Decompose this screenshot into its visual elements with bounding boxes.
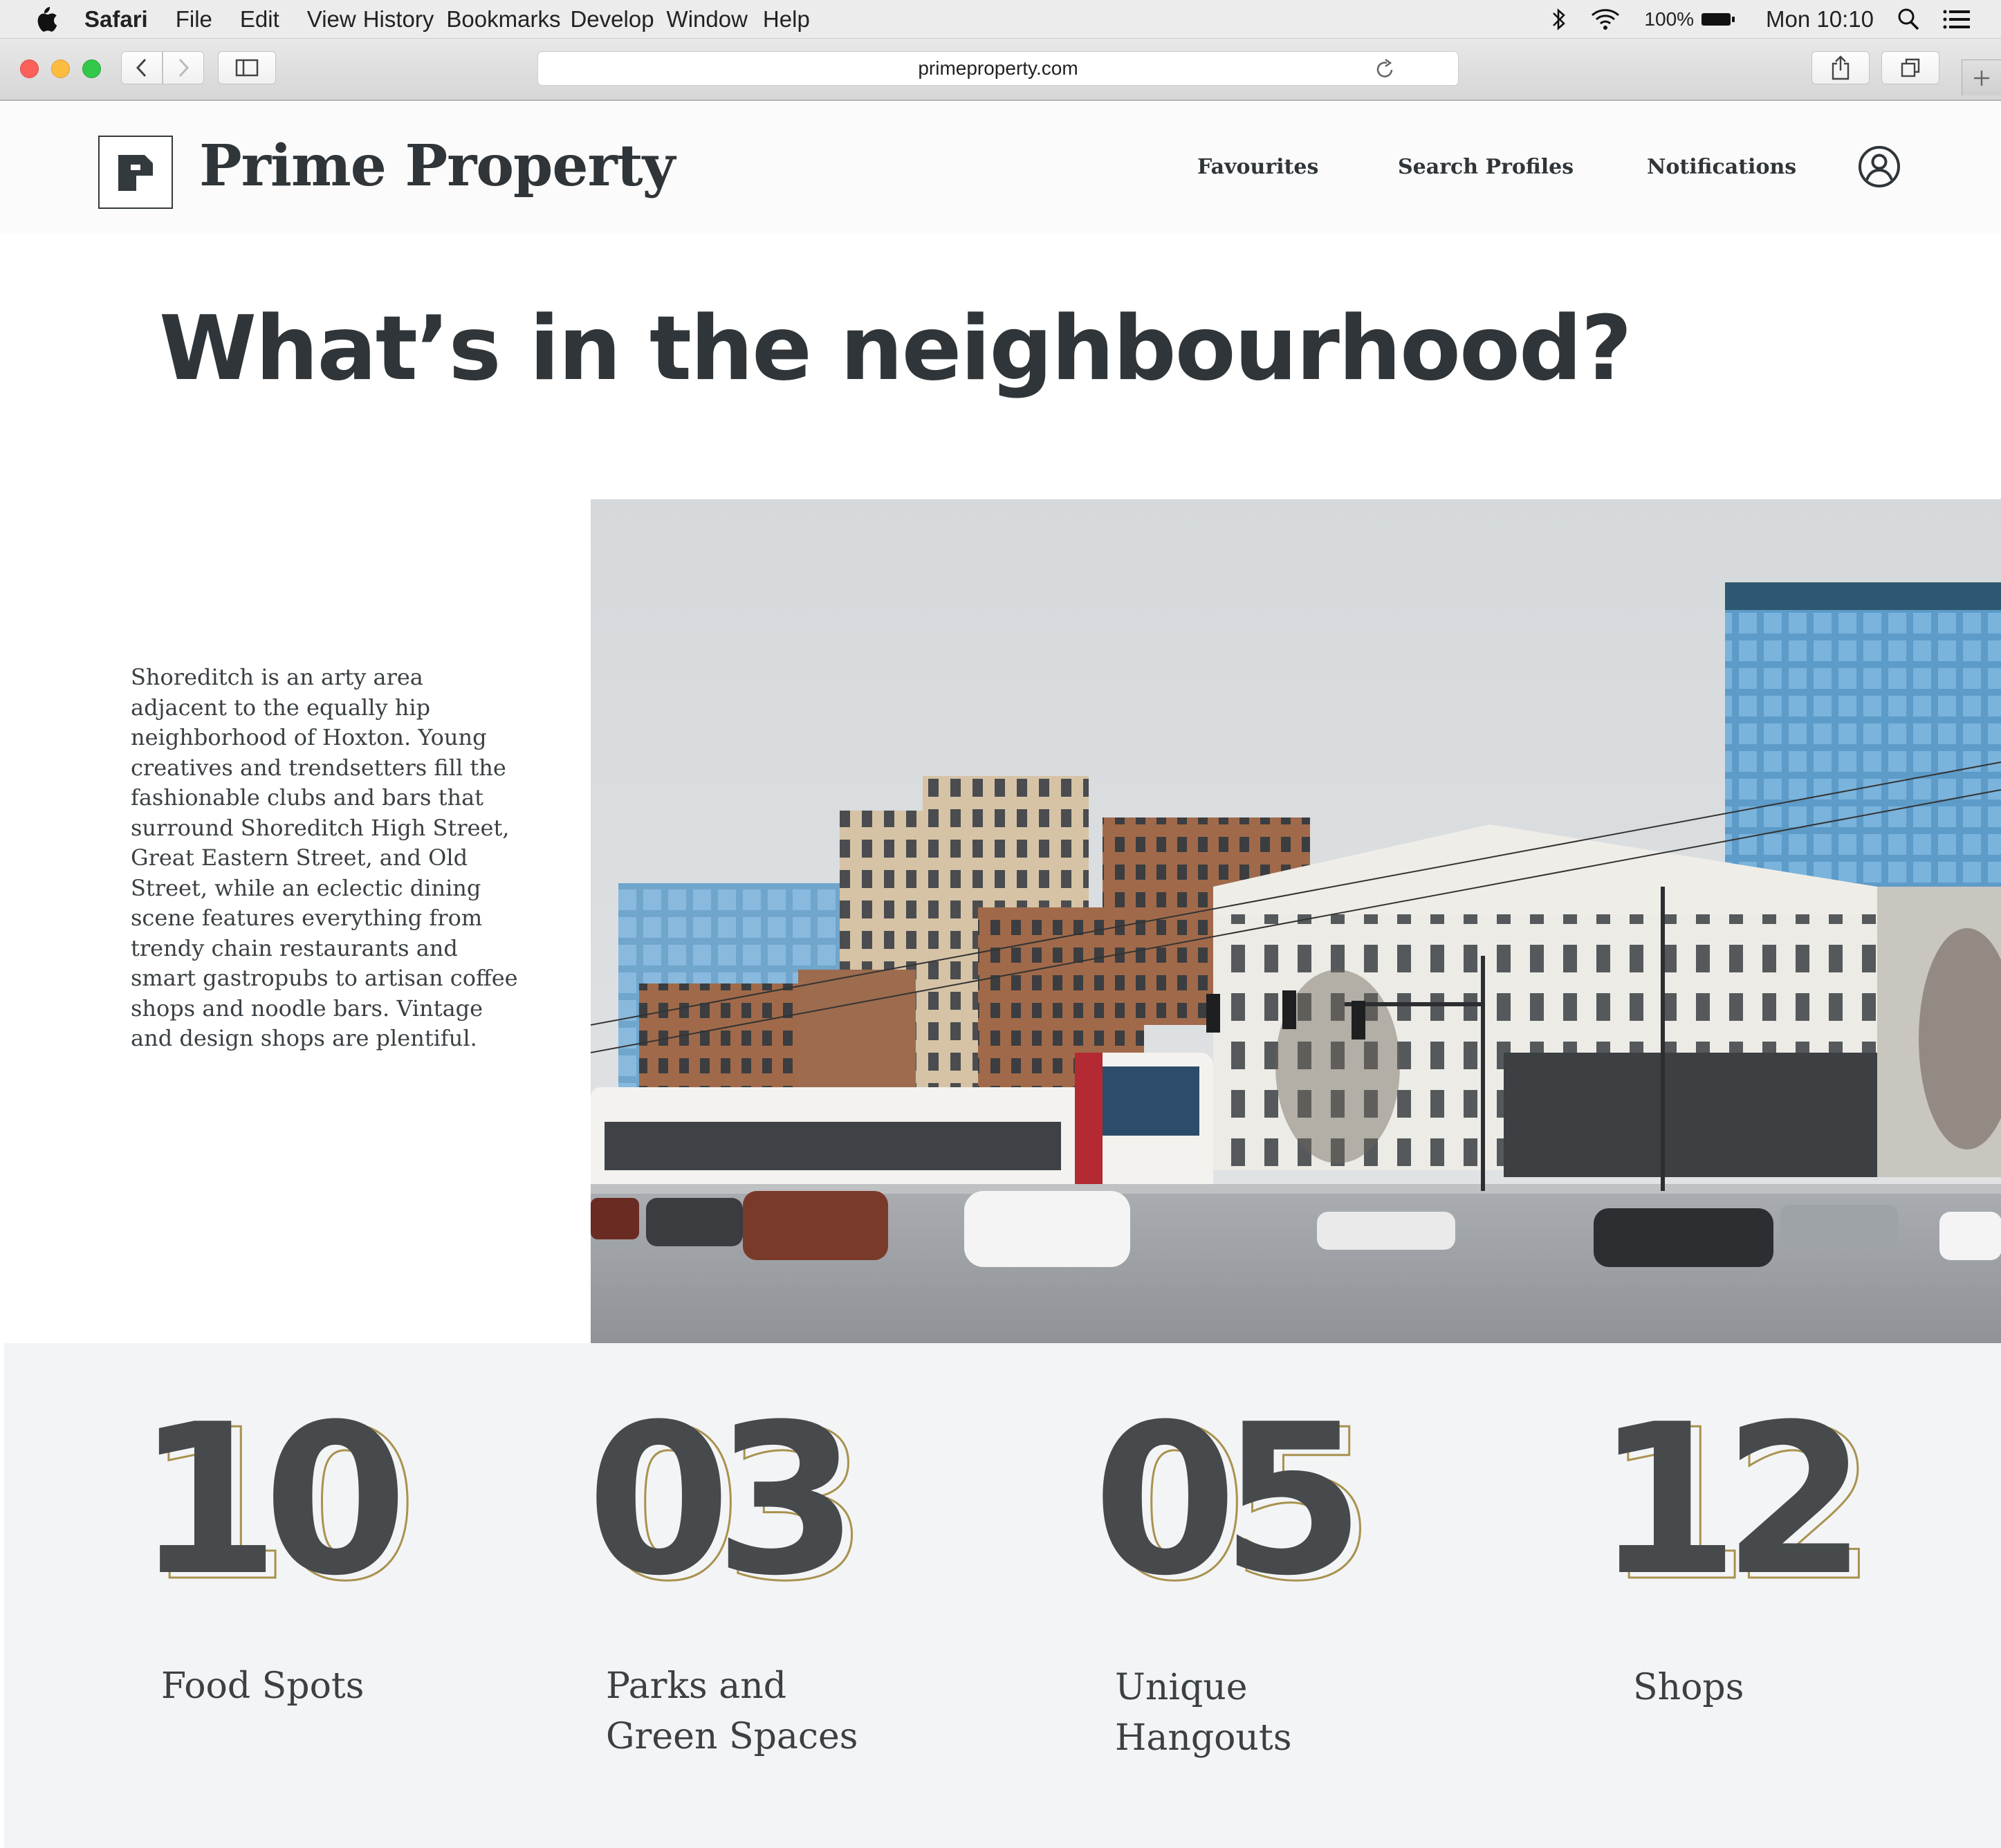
stat-number-value: 05 <box>1093 1380 1365 1621</box>
clock[interactable]: Mon 10:10 <box>1766 6 1874 33</box>
forward-button[interactable] <box>163 51 204 84</box>
bluetooth-icon[interactable] <box>1551 7 1567 32</box>
menu-history[interactable]: History <box>363 6 434 33</box>
macos-menubar: Safari File Edit View History Bookmarks … <box>0 0 2001 39</box>
menu-develop[interactable]: Develop <box>570 6 654 33</box>
stat-number-value: 12 <box>1595 1380 1868 1621</box>
stat-label-line: Hangouts <box>1115 1717 1292 1759</box>
zoom-window-button[interactable] <box>82 59 101 78</box>
chevron-right-icon <box>178 58 190 77</box>
stat-label-food-spots: Food Spots <box>161 1661 364 1712</box>
tab-overview-button[interactable] <box>1881 51 1939 84</box>
battery-status[interactable]: 100% <box>1644 8 1735 30</box>
menu-view[interactable]: View <box>307 6 356 33</box>
menu-edit[interactable]: Edit <box>240 6 279 33</box>
new-tab-button[interactable] <box>1962 59 2001 95</box>
stat-label-line: Food Spots <box>161 1665 365 1707</box>
share-button[interactable] <box>1811 51 1870 84</box>
battery-percent: 100% <box>1644 8 1695 30</box>
notification-center-icon[interactable] <box>1943 9 1971 30</box>
brand-logo[interactable] <box>98 136 173 209</box>
sidebar-icon <box>235 59 259 77</box>
stat-label-line: Unique <box>1115 1667 1248 1708</box>
reload-icon[interactable] <box>1374 58 1396 80</box>
nav-search-profiles[interactable]: Search Profiles <box>1398 155 1574 179</box>
stat-number-food-spots: 10 10 <box>136 1397 418 1611</box>
address-bar[interactable]: primeproperty.com <box>537 51 1459 86</box>
minimize-window-button[interactable] <box>51 59 70 78</box>
nav-notifications[interactable]: Notifications <box>1647 155 1796 179</box>
stat-label-hangouts: Unique Hangouts <box>1115 1663 1292 1764</box>
stat-number-shops: 12 12 <box>1595 1397 1878 1611</box>
browser-toolbar: primeproperty.com <box>0 39 2001 101</box>
neighbourhood-photo <box>591 499 2001 1343</box>
neighbourhood-description: Shoreditch is an arty area adjacent to t… <box>131 664 518 1051</box>
page-heading: What’s in the neighbourhood? <box>159 297 1632 400</box>
apple-menu-icon[interactable] <box>31 4 59 35</box>
menu-file[interactable]: File <box>176 6 212 33</box>
menu-help[interactable]: Help <box>763 6 810 33</box>
menu-window[interactable]: Window <box>667 6 748 33</box>
back-button[interactable] <box>121 51 163 84</box>
prime-property-logo-icon <box>118 155 153 191</box>
chevron-left-icon <box>136 58 147 77</box>
sidebar-toggle-button[interactable] <box>218 51 276 84</box>
brand-name[interactable]: Prime Property <box>199 133 675 199</box>
plus-icon <box>1974 70 1989 86</box>
menubar-status-area: 100% Mon 10:10 <box>1551 0 1971 39</box>
spotlight-icon[interactable] <box>1897 8 1919 31</box>
tabs-icon <box>1901 58 1920 77</box>
stat-label-parks: Parks and Green Spaces <box>606 1661 858 1762</box>
stat-number-hangouts: 05 05 <box>1093 1397 1376 1611</box>
stat-label-line: Shops <box>1633 1667 1744 1708</box>
wifi-icon[interactable] <box>1590 8 1621 31</box>
battery-icon <box>1702 13 1735 26</box>
nav-favourites[interactable]: Favourites <box>1197 155 1318 179</box>
share-icon <box>1832 55 1850 80</box>
stat-label-shops: Shops <box>1633 1663 1744 1713</box>
stat-number-value: 10 <box>136 1380 408 1621</box>
address-bar-url: primeproperty.com <box>918 57 1078 79</box>
menu-bookmarks[interactable]: Bookmarks <box>446 6 560 33</box>
site-header: Prime Property Favourites Search Profile… <box>0 102 2001 234</box>
account-icon[interactable] <box>1857 145 1901 189</box>
menu-app-safari[interactable]: Safari <box>84 6 148 33</box>
close-window-button[interactable] <box>20 59 39 78</box>
stat-number-parks: 03 03 <box>587 1397 869 1611</box>
stat-label-line: Parks and <box>606 1665 787 1707</box>
stat-number-value: 03 <box>587 1380 859 1621</box>
stat-label-line: Green Spaces <box>606 1716 858 1757</box>
